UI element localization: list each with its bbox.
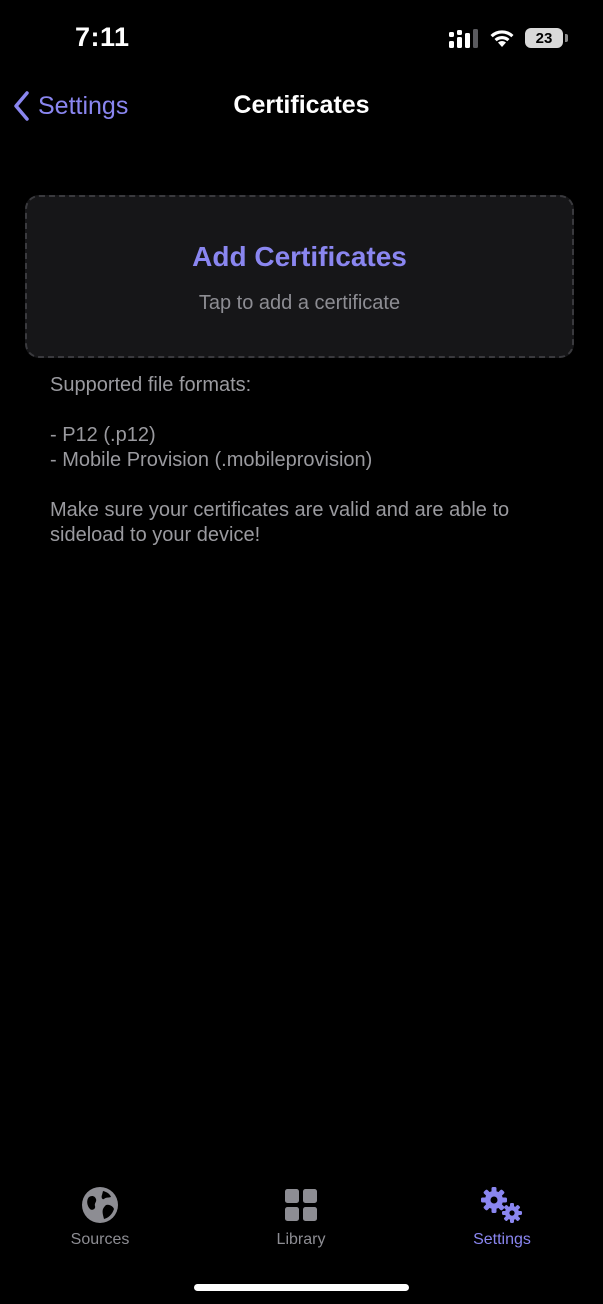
wifi-icon xyxy=(488,28,516,48)
add-certificates-button[interactable]: Add Certificates Tap to add a certificat… xyxy=(25,195,574,358)
status-time: 7:11 xyxy=(75,22,130,52)
tab-bar: Sources Library Settings xyxy=(0,1180,603,1260)
signal-icon xyxy=(449,28,479,48)
status-icons: 23 xyxy=(449,28,568,48)
battery-icon: 23 xyxy=(525,28,568,48)
battery-level: 23 xyxy=(535,29,553,47)
format-item: - Mobile Provision (.mobileprovision) xyxy=(50,449,373,471)
home-indicator[interactable] xyxy=(194,1284,409,1291)
grid-icon xyxy=(281,1185,321,1225)
tab-library[interactable]: Library xyxy=(231,1185,371,1249)
globe-icon xyxy=(80,1185,120,1225)
formats-heading: Supported file formats: xyxy=(50,374,252,396)
supported-formats-info: Supported file formats: - P12 (.p12) - M… xyxy=(50,373,570,548)
validity-note: Make sure your certificates are valid an… xyxy=(50,499,510,546)
tab-label: Library xyxy=(276,1231,326,1248)
add-certificates-subtitle: Tap to add a certificate xyxy=(198,292,401,314)
battery-tip xyxy=(565,34,568,42)
tab-label: Settings xyxy=(473,1231,531,1248)
page-title: Certificates xyxy=(233,91,370,119)
add-certificates-title: Add Certificates xyxy=(192,241,407,272)
navigation-bar: Settings Certificates xyxy=(0,80,603,134)
tab-settings[interactable]: Settings xyxy=(432,1185,572,1249)
tab-label: Sources xyxy=(70,1231,130,1248)
tab-sources[interactable]: Sources xyxy=(30,1185,170,1249)
gears-icon xyxy=(481,1185,522,1225)
status-bar: 7:11 23 xyxy=(0,0,603,80)
format-item: - P12 (.p12) xyxy=(50,424,156,446)
